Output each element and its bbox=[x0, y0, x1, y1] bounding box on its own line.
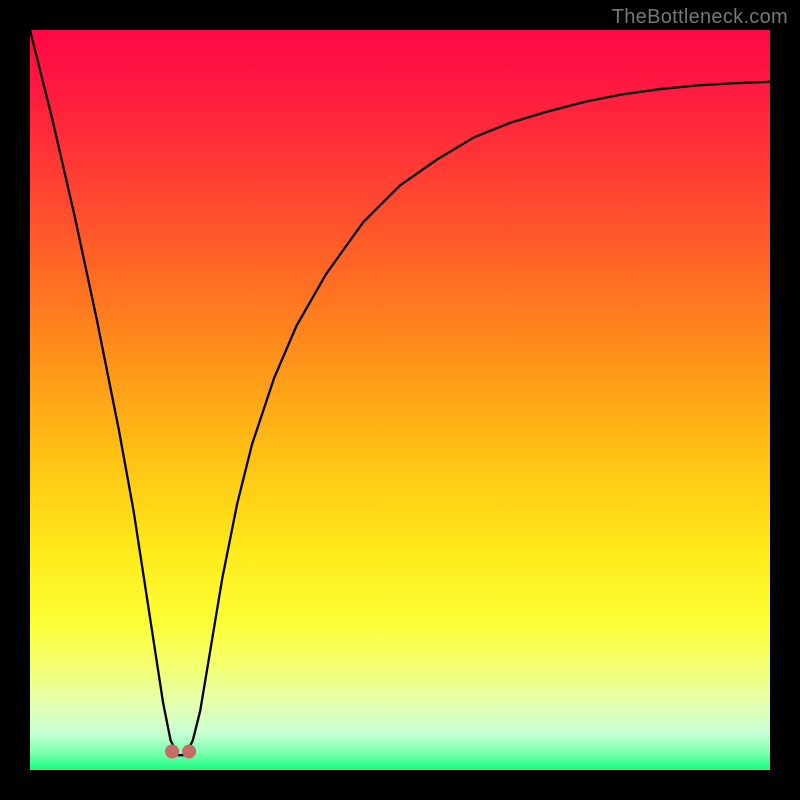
endpoint-dot bbox=[165, 745, 179, 759]
curve-layer bbox=[30, 30, 770, 770]
plot-area bbox=[30, 30, 770, 770]
endpoint-dot bbox=[182, 745, 196, 759]
watermark-text: TheBottleneck.com bbox=[612, 6, 788, 29]
bottleneck-curve bbox=[30, 30, 770, 755]
chart-frame: TheBottleneck.com bbox=[0, 0, 800, 800]
curve-minimum-endpoints bbox=[165, 745, 196, 759]
